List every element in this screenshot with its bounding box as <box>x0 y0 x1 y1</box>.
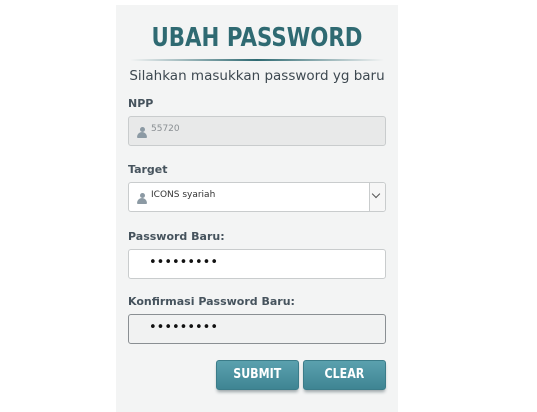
dropdown-arrow-button[interactable] <box>369 183 385 211</box>
target-label: Target <box>128 163 168 176</box>
page-subtitle: Silahkan masukkan password yg baru <box>129 68 385 84</box>
konfirmasi-password-label: Konfirmasi Password Baru: <box>128 295 295 308</box>
password-baru-label: Password Baru: <box>128 230 225 243</box>
page-title: UBAH PASSWORD <box>151 23 363 53</box>
chevron-down-icon <box>371 189 381 199</box>
konfirmasi-password-value: ••••••••• <box>149 320 219 335</box>
change-password-panel: UBAH PASSWORD Silahkan masukkan password… <box>116 5 398 412</box>
npp-label: NPP <box>128 97 154 110</box>
submit-button-label: SUBMIT <box>233 367 282 382</box>
title-divider <box>130 59 384 61</box>
target-selected-value: ICONS syariah <box>151 190 216 200</box>
target-select[interactable]: ICONS syariah <box>128 182 386 212</box>
konfirmasi-password-input[interactable]: ••••••••• <box>128 314 386 344</box>
npp-field: 55720 <box>128 116 386 146</box>
password-baru-value: ••••••••• <box>149 255 219 270</box>
npp-value: 55720 <box>151 124 180 134</box>
password-baru-input[interactable]: ••••••••• <box>128 249 386 279</box>
clear-button[interactable]: CLEAR <box>303 360 386 390</box>
user-icon <box>137 127 147 138</box>
user-icon <box>137 193 147 204</box>
submit-button[interactable]: SUBMIT <box>216 360 299 390</box>
clear-button-label: CLEAR <box>324 367 365 382</box>
